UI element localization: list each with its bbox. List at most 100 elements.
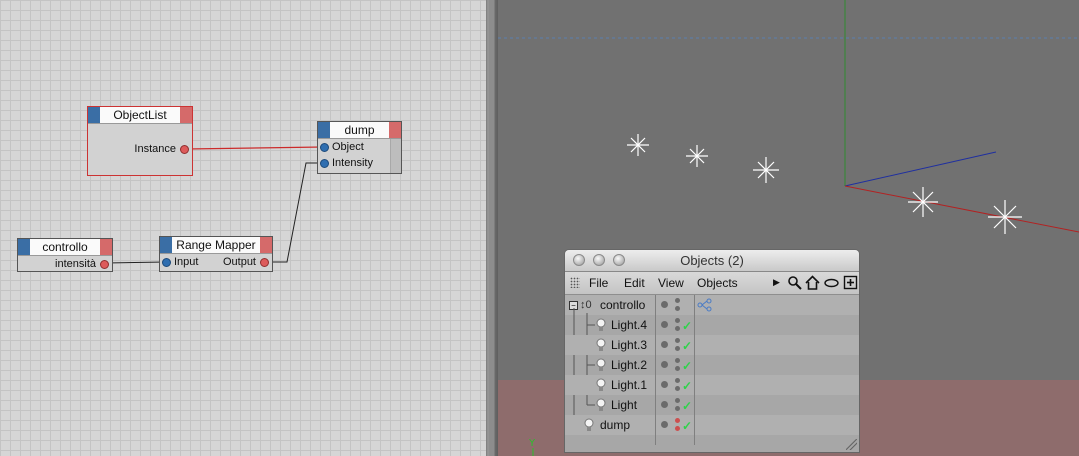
- render-visibility-dot[interactable]: [675, 366, 680, 371]
- enabled-checkmark-icon[interactable]: ✓: [682, 339, 692, 353]
- editor-visibility-dot[interactable]: [661, 301, 668, 308]
- render-visibility-dot[interactable]: [675, 378, 680, 383]
- column-divider[interactable]: [694, 295, 695, 445]
- tree-row-controllo[interactable]: − ↕0 controllo: [565, 295, 859, 315]
- output-tab[interactable]: [180, 107, 192, 123]
- object-input-port[interactable]: [320, 143, 329, 152]
- editor-visibility-dot[interactable]: [661, 341, 668, 348]
- tree-row-light[interactable]: Light ✓: [565, 395, 859, 415]
- range-mapper-node[interactable]: Range Mapper Input Output: [159, 236, 273, 272]
- objects-manager-window[interactable]: Objects (2) File Edit View Objects ▶ − ↕…: [564, 249, 860, 453]
- render-visibility-dot[interactable]: [675, 398, 680, 403]
- object-name[interactable]: Light.2: [611, 355, 647, 375]
- input-tab[interactable]: [18, 239, 30, 255]
- tree-row-light-2[interactable]: Light.2 ✓: [565, 355, 859, 375]
- output-tab[interactable]: [389, 122, 401, 138]
- render-visibility-dot[interactable]: [675, 298, 680, 303]
- render-visibility-dot[interactable]: [675, 346, 680, 351]
- editor-visibility-dot[interactable]: [661, 321, 668, 328]
- object-name[interactable]: controllo: [600, 295, 645, 315]
- render-visibility-dot[interactable]: [675, 358, 680, 363]
- light-gizmo[interactable]: [627, 134, 649, 156]
- drag-grip-icon[interactable]: [570, 277, 580, 288]
- enabled-checkmark-icon[interactable]: ✓: [682, 379, 692, 393]
- input-tab[interactable]: [160, 237, 172, 253]
- node-wires: [105, 146, 324, 264]
- node-header[interactable]: dump: [318, 122, 401, 139]
- output-port[interactable]: [260, 258, 269, 267]
- tree-row-dump[interactable]: dump ✓: [565, 415, 859, 435]
- port-row-intensity: Intensity: [318, 155, 401, 171]
- object-name[interactable]: Light.3: [611, 335, 647, 355]
- wire-intensita-to-input[interactable]: [105, 261, 166, 264]
- objectlist-node[interactable]: ObjectList Instance: [87, 106, 193, 176]
- object-name[interactable]: Light: [611, 395, 637, 415]
- intensita-output-port[interactable]: [100, 260, 109, 269]
- node-header[interactable]: ObjectList: [88, 107, 192, 124]
- render-visibility-dot[interactable]: [675, 318, 680, 323]
- light-bulb-icon: [596, 398, 606, 412]
- home-icon[interactable]: [805, 275, 820, 290]
- light-gizmo[interactable]: [988, 200, 1022, 234]
- arrow-right-icon[interactable]: ▶: [769, 275, 784, 290]
- port-label: intensità: [55, 258, 96, 270]
- x-axis-line: [844, 185, 1079, 233]
- port-label: Input: [174, 256, 199, 268]
- render-visibility-dot[interactable]: [675, 426, 680, 431]
- resize-grip-icon[interactable]: [846, 439, 857, 450]
- light-gizmo[interactable]: [908, 187, 938, 217]
- input-tab[interactable]: [88, 107, 100, 123]
- tree-row-light-1[interactable]: Light.1 ✓: [565, 375, 859, 395]
- render-visibility-dot[interactable]: [675, 386, 680, 391]
- wire-output-to-intensity[interactable]: [267, 162, 323, 263]
- eye-icon[interactable]: [824, 275, 839, 290]
- dump-node[interactable]: dump Object Intensity: [317, 121, 402, 174]
- column-divider[interactable]: [655, 295, 656, 445]
- instance-output-port[interactable]: [180, 145, 189, 154]
- menu-edit[interactable]: Edit: [624, 272, 645, 294]
- output-tab[interactable]: [260, 237, 272, 253]
- light-gizmo[interactable]: [753, 157, 779, 183]
- input-port[interactable]: [162, 258, 171, 267]
- input-tab[interactable]: [318, 122, 330, 138]
- editor-visibility-dot[interactable]: [661, 401, 668, 408]
- xpresso-tag-icon[interactable]: [697, 298, 713, 312]
- node-header[interactable]: Range Mapper: [160, 237, 272, 254]
- tree-row-light-4[interactable]: Light.4 ✓: [565, 315, 859, 335]
- wire-instance-to-object[interactable]: [186, 146, 324, 150]
- output-tab[interactable]: [100, 239, 112, 255]
- render-visibility-dot[interactable]: [675, 338, 680, 343]
- node-header[interactable]: controllo: [18, 239, 112, 256]
- object-name[interactable]: dump: [600, 415, 630, 435]
- light-bulb-icon: [596, 338, 606, 352]
- enabled-checkmark-icon[interactable]: ✓: [682, 319, 692, 333]
- editor-visibility-dot[interactable]: [661, 421, 668, 428]
- intensity-input-port[interactable]: [320, 159, 329, 168]
- enabled-checkmark-icon[interactable]: ✓: [682, 419, 692, 433]
- pane-splitter[interactable]: [486, 0, 498, 456]
- object-name[interactable]: Light.1: [611, 375, 647, 395]
- new-window-icon[interactable]: [843, 275, 858, 290]
- render-visibility-dot[interactable]: [675, 306, 680, 311]
- enabled-checkmark-icon[interactable]: ✓: [682, 399, 692, 413]
- render-visibility-dot[interactable]: [675, 326, 680, 331]
- port-label: Object: [332, 141, 364, 153]
- objects-menubar: File Edit View Objects ▶: [565, 272, 859, 295]
- render-visibility-dot[interactable]: [675, 406, 680, 411]
- editor-visibility-dot[interactable]: [661, 361, 668, 368]
- enabled-checkmark-icon[interactable]: ✓: [682, 359, 692, 373]
- render-visibility-dot[interactable]: [675, 418, 680, 423]
- xpresso-node-editor[interactable]: ObjectList Instance dump Object Intensit…: [0, 0, 486, 456]
- menu-objects[interactable]: Objects: [697, 272, 738, 294]
- editor-visibility-dot[interactable]: [661, 381, 668, 388]
- controllo-node[interactable]: controllo intensità: [17, 238, 113, 272]
- port-row-intensita: intensità: [18, 256, 112, 272]
- object-name[interactable]: Light.4: [611, 315, 647, 335]
- menu-file[interactable]: File: [589, 272, 608, 294]
- tree-row-light-3[interactable]: Light.3 ✓: [565, 335, 859, 355]
- object-tree[interactable]: − ↕0 controllo Light.4 ✓ Light.3 ✓ Light…: [565, 295, 859, 452]
- window-titlebar[interactable]: Objects (2): [565, 250, 859, 272]
- search-icon[interactable]: [787, 275, 802, 290]
- light-gizmo[interactable]: [686, 145, 708, 167]
- menu-view[interactable]: View: [658, 272, 684, 294]
